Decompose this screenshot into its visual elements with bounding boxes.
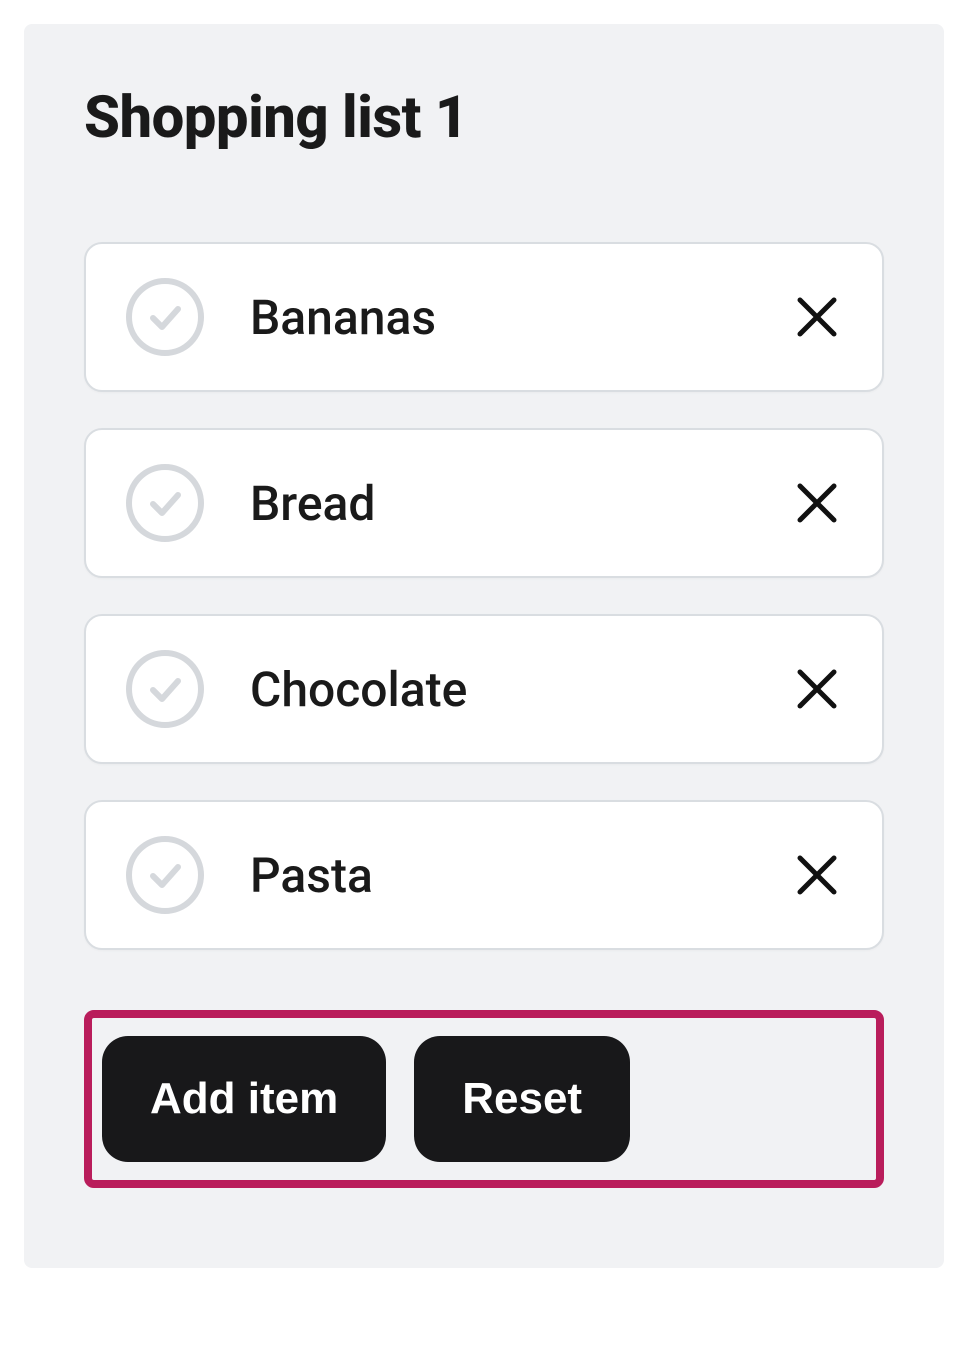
delete-button[interactable] <box>792 478 842 528</box>
list-item: Bread <box>84 428 884 578</box>
check-toggle[interactable] <box>126 464 204 542</box>
item-label: Pasta <box>250 847 792 904</box>
check-toggle[interactable] <box>126 278 204 356</box>
check-icon <box>145 669 185 709</box>
close-icon <box>794 294 840 340</box>
list-item: Bananas <box>84 242 884 392</box>
add-item-button[interactable]: Add item <box>102 1036 386 1162</box>
reset-button[interactable]: Reset <box>414 1036 630 1162</box>
actions-highlight-box: Add item Reset <box>84 1010 884 1188</box>
check-icon <box>145 483 185 523</box>
check-toggle[interactable] <box>126 650 204 728</box>
list-item: Pasta <box>84 800 884 950</box>
page-title: Shopping list 1 <box>84 84 884 152</box>
delete-button[interactable] <box>792 292 842 342</box>
delete-button[interactable] <box>792 850 842 900</box>
check-toggle[interactable] <box>126 836 204 914</box>
shopping-list-panel: Shopping list 1 Bananas Bread Choco <box>24 24 944 1268</box>
item-label: Bread <box>250 475 792 532</box>
check-icon <box>145 855 185 895</box>
close-icon <box>794 480 840 526</box>
list-item: Chocolate <box>84 614 884 764</box>
delete-button[interactable] <box>792 664 842 714</box>
close-icon <box>794 666 840 712</box>
item-list: Bananas Bread Chocolate <box>84 242 884 950</box>
item-label: Chocolate <box>250 661 792 718</box>
close-icon <box>794 852 840 898</box>
check-icon <box>145 297 185 337</box>
item-label: Bananas <box>250 289 792 346</box>
